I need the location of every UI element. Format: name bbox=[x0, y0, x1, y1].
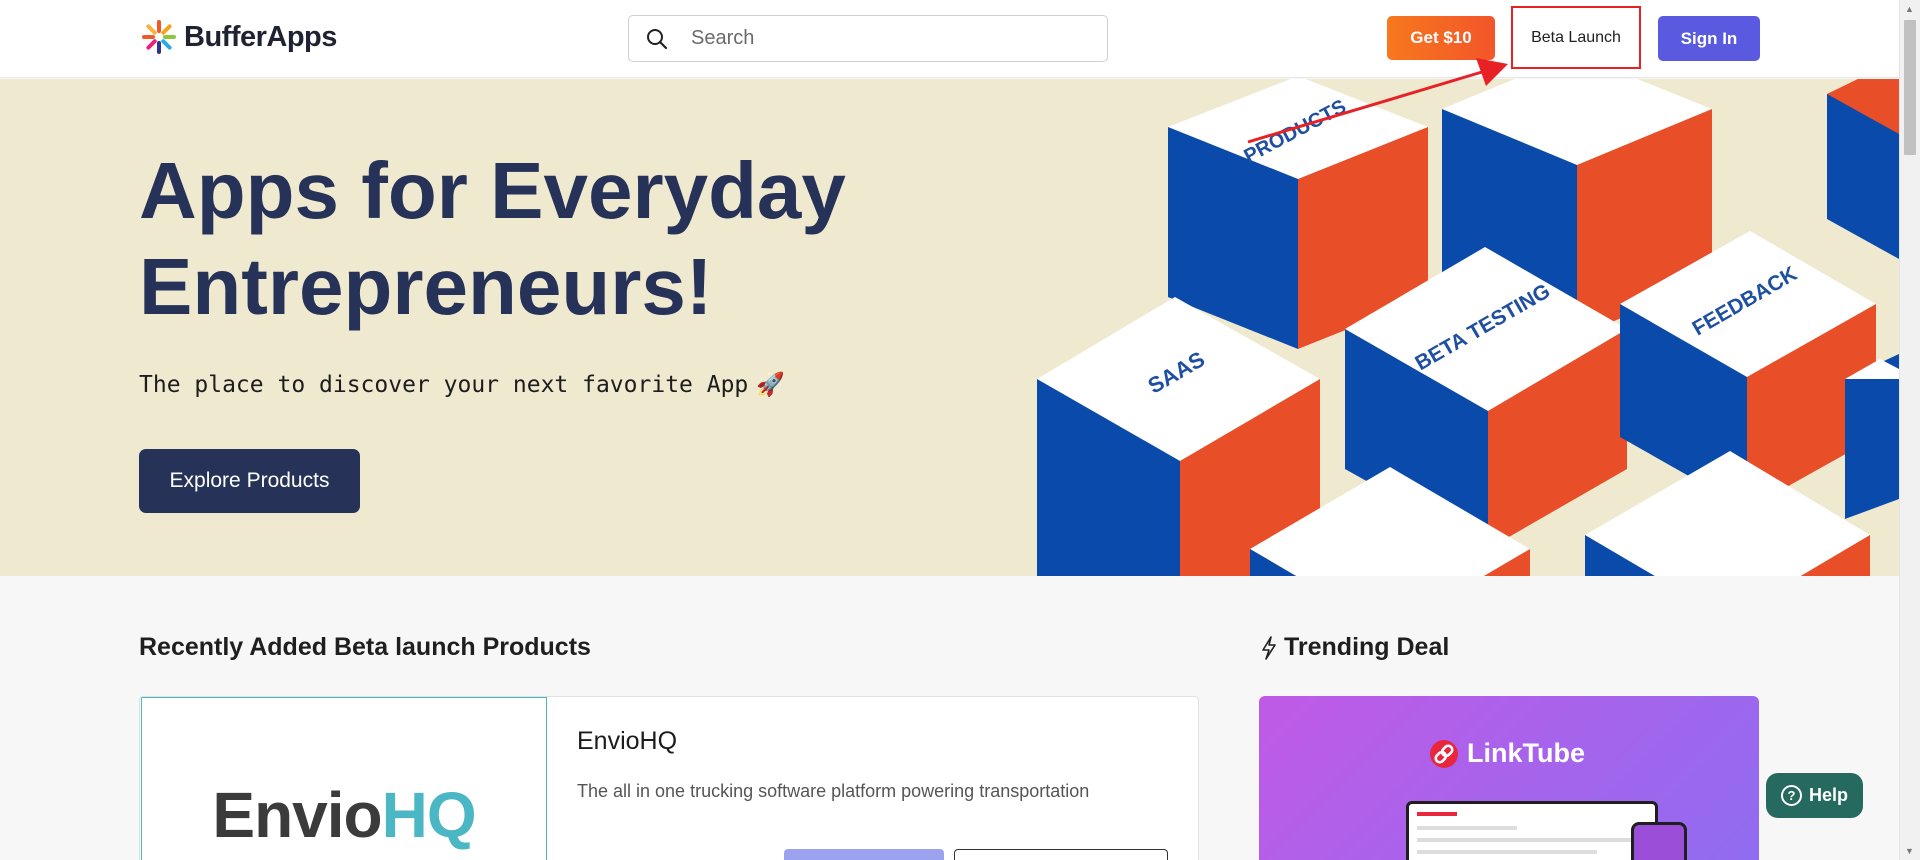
logo-text-hq: HQ bbox=[381, 779, 477, 851]
hero-banner: Apps for Everyday Entrepreneurs! The pla… bbox=[0, 79, 1899, 576]
beta-launch-button[interactable]: Beta Launch bbox=[1511, 6, 1641, 69]
trending-deal-card[interactable]: LinkTube bbox=[1259, 696, 1759, 860]
trending-deal-heading: Trending Deal bbox=[1260, 633, 1449, 662]
brand-logo[interactable]: BufferApps bbox=[140, 18, 337, 56]
cube-back-right bbox=[1827, 79, 1899, 259]
hero-title-line-1: Apps for Everyday bbox=[139, 146, 846, 235]
deal-brand: LinkTube bbox=[1429, 738, 1585, 769]
deal-name: LinkTube bbox=[1467, 738, 1585, 768]
recent-products-heading: Recently Added Beta launch Products bbox=[139, 633, 591, 661]
explore-products-button[interactable]: Explore Products bbox=[139, 449, 360, 513]
cube-bottom-right bbox=[1585, 451, 1870, 576]
link-icon bbox=[1430, 739, 1458, 768]
hero-title-line-2: Entrepreneurs! bbox=[139, 242, 713, 331]
help-button[interactable]: ? Help bbox=[1766, 773, 1863, 818]
brand-name: BufferApps bbox=[184, 20, 337, 53]
product-secondary-button[interactable] bbox=[954, 849, 1168, 860]
scroll-down-arrow-icon[interactable]: ▼ bbox=[1905, 846, 1914, 856]
hero-subtitle: The place to discover your next favorite… bbox=[139, 371, 785, 398]
search-icon bbox=[643, 25, 671, 53]
lightning-icon bbox=[1262, 635, 1276, 660]
enviohq-logo: EnvioHQ bbox=[212, 778, 477, 852]
trending-deal-title: Trending Deal bbox=[1284, 633, 1450, 661]
question-icon: ? bbox=[1780, 785, 1802, 806]
product-primary-button[interactable] bbox=[784, 849, 944, 860]
cube-right-edge bbox=[1845, 354, 1899, 519]
help-label: Help bbox=[1808, 785, 1848, 805]
scrollbar-thumb[interactable] bbox=[1904, 20, 1916, 155]
product-description: The all in one trucking software platfor… bbox=[577, 781, 1090, 801]
page-scrollbar[interactable]: ▲ ▼ bbox=[1899, 0, 1920, 860]
scroll-up-arrow-icon[interactable]: ▲ bbox=[1905, 4, 1914, 14]
sign-in-button[interactable]: Sign In bbox=[1658, 16, 1760, 61]
bufferapps-logo-icon bbox=[142, 20, 176, 54]
product-card-enviohq[interactable]: EnvioHQ EnvioHQ The all in one trucking … bbox=[139, 696, 1199, 860]
deal-laptop-mockup bbox=[1406, 801, 1658, 860]
rocket-icon: 🚀 bbox=[756, 372, 785, 398]
hero-subtitle-text: The place to discover your next favorite… bbox=[139, 372, 749, 398]
annotation-arrow bbox=[1247, 58, 1508, 144]
search-box[interactable] bbox=[628, 15, 1108, 62]
deal-phone-mockup bbox=[1631, 822, 1687, 860]
logo-text-envio: Envio bbox=[212, 779, 382, 851]
top-navbar: BufferApps Get $10 Beta Launch Sign In bbox=[0, 0, 1899, 78]
hero-title: Apps for Everyday Entrepreneurs! bbox=[139, 143, 846, 335]
product-thumbnail[interactable]: EnvioHQ bbox=[141, 697, 547, 860]
product-name[interactable]: EnvioHQ bbox=[577, 727, 677, 756]
page: BufferApps Get $10 Beta Launch Sign In A… bbox=[0, 0, 1920, 860]
search-input[interactable] bbox=[691, 27, 1091, 50]
